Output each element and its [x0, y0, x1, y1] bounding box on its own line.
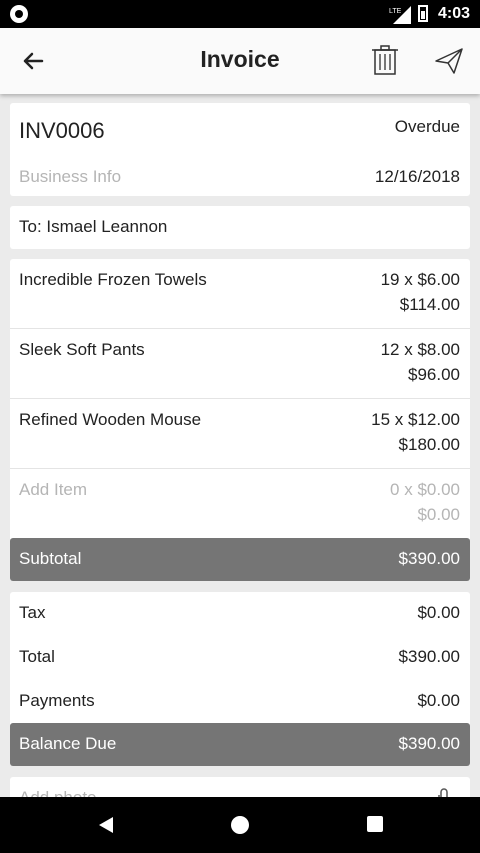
payments-value: $0.00 [417, 691, 460, 710]
invoice-number[interactable]: INV0006 [19, 118, 105, 144]
business-info-field[interactable]: Business Info [19, 167, 121, 187]
item-qty-price: 15 x $12.00 [371, 410, 460, 429]
add-photo-card[interactable]: Add photo [10, 777, 470, 797]
invoice-date[interactable]: 12/16/2018 [375, 167, 460, 187]
page-title: Invoice [200, 46, 280, 72]
balance-due-value: $390.00 [398, 734, 460, 753]
nav-home-icon[interactable] [230, 815, 250, 835]
subtotal-bar: Subtotal $390.00 [10, 538, 470, 581]
tax-label: Tax [19, 603, 46, 622]
item-amount: $114.00 [399, 295, 460, 314]
attachment-icon [438, 788, 448, 797]
payments-label: Payments [19, 691, 95, 710]
invoice-header-card: INV0006 Overdue Business Info 12/16/2018 [10, 103, 470, 196]
line-items-card: Incredible Frozen Towels 19 x $6.00 $114… [10, 259, 470, 539]
add-item-amount: $0.00 [417, 505, 460, 524]
total-value: $390.00 [398, 647, 460, 666]
total-label: Total [19, 647, 55, 666]
status-bar: LTE 4:03 [0, 0, 480, 28]
line-item-row[interactable]: Incredible Frozen Towels 19 x $6.00 $114… [10, 259, 470, 329]
client-name: To: Ismael Leannon [19, 217, 168, 236]
notification-icon [10, 5, 28, 23]
client-card[interactable]: To: Ismael Leannon [10, 206, 470, 249]
item-amount: $180.00 [398, 435, 460, 454]
item-qty-price: 19 x $6.00 [380, 270, 460, 289]
totals-card: Tax $0.00 Total $390.00 Payments $0.00 [10, 592, 470, 727]
balance-due-bar: Balance Due $390.00 [10, 723, 470, 766]
app-bar: Invoice [0, 28, 480, 94]
add-item-row[interactable]: Add Item 0 x $0.00 $0.00 [10, 469, 470, 539]
line-item-row[interactable]: Refined Wooden Mouse 15 x $12.00 $180.00 [10, 399, 470, 469]
nav-recents-icon[interactable] [366, 815, 384, 833]
subtotal-label: Subtotal [19, 549, 82, 568]
balance-due-label: Balance Due [19, 734, 117, 753]
svg-text:LTE: LTE [389, 8, 402, 15]
status-time: 4:03 [437, 5, 470, 22]
payments-row[interactable]: Payments $0.00 [10, 680, 470, 724]
delete-trash-icon[interactable] [370, 44, 400, 76]
add-item-label: Add Item [19, 480, 88, 499]
tax-value: $0.00 [417, 603, 460, 622]
item-name: Sleek Soft Pants [19, 340, 145, 359]
invoice-status: Overdue [394, 117, 460, 136]
system-nav-bar [0, 797, 480, 853]
tax-row[interactable]: Tax $0.00 [10, 592, 470, 636]
battery-icon [418, 5, 428, 22]
item-name: Refined Wooden Mouse [19, 410, 202, 429]
item-amount: $96.00 [408, 365, 460, 384]
item-qty-price: 12 x $8.00 [380, 340, 460, 359]
line-item-row[interactable]: Sleek Soft Pants 12 x $8.00 $96.00 [10, 329, 470, 399]
invoice-content: INV0006 Overdue Business Info 12/16/2018… [0, 94, 480, 797]
send-icon[interactable] [433, 46, 465, 76]
item-name: Incredible Frozen Towels [19, 270, 207, 289]
nav-back-icon[interactable] [95, 815, 115, 835]
add-item-qty-price: 0 x $0.00 [390, 480, 460, 499]
total-row: Total $390.00 [10, 636, 470, 680]
subtotal-value: $390.00 [398, 549, 460, 568]
signal-icon: LTE [389, 6, 411, 24]
add-photo-label: Add photo [19, 788, 97, 797]
